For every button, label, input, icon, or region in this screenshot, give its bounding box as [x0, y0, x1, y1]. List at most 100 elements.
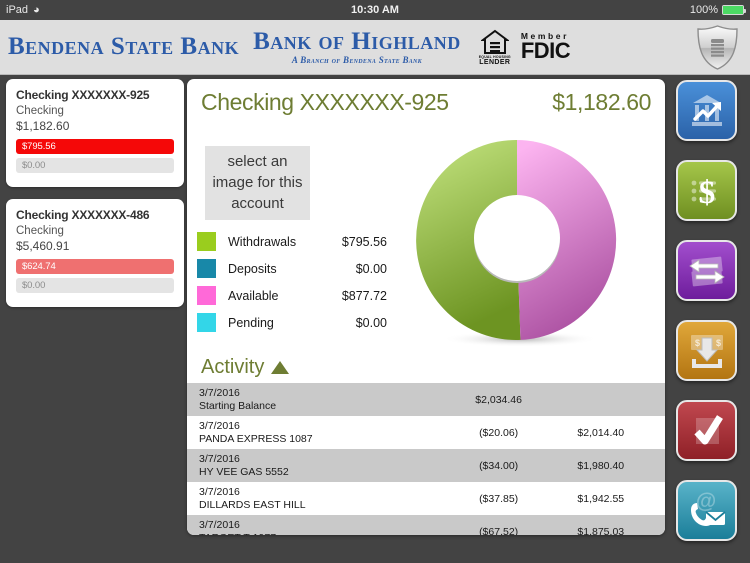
status-bar-left: iPad ◕ [6, 4, 40, 16]
bank-logo-secondary-group: Bank of Highland A Branch of Bendena Sta… [253, 29, 461, 65]
account-type: Checking [16, 105, 64, 117]
activity-description: PANDA EXPRESS 1087 [199, 432, 313, 445]
security-shield-icon[interactable] [695, 24, 740, 76]
equal-housing-lender-icon: EQUAL HOUSING LENDER [479, 29, 511, 66]
legend-label: Withdrawals [228, 234, 297, 249]
detail-header: Checking XXXXXXX-925 $1,182.60 [187, 79, 665, 116]
svg-text:$: $ [698, 175, 715, 211]
activity-amount: $2,034.46 [475, 393, 522, 406]
legend-value: $877.72 [341, 288, 387, 303]
bank-logo-primary: Bendena State Bank [8, 33, 240, 60]
activity-date: 3/7/2016 [199, 386, 240, 399]
legend-swatch-withdrawals [197, 232, 216, 251]
bank-chart-icon [691, 94, 722, 126]
activity-balance: $1,980.40 [577, 459, 625, 472]
activity-date: 3/7/2016 [199, 485, 240, 498]
ehl-line1: EQUAL HOUSING [478, 54, 511, 59]
activity-date-description: 3/7/2016 DILLARDS EAST HILL [199, 486, 449, 512]
activity-description: Starting Balance [199, 399, 277, 412]
svg-text:$: $ [716, 338, 721, 348]
bank-logo-secondary-subtitle: A Branch of Bendena State Bank [291, 55, 422, 65]
legend-label: Available [228, 288, 279, 303]
account-bar-secondary: $0.00 [16, 158, 174, 173]
device-label: iPad [6, 4, 29, 16]
account-balance: $1,182.60 [16, 119, 70, 133]
activity-amount: ($67.52) [479, 525, 519, 536]
account-bar-primary: $624.74 [16, 259, 174, 274]
activity-date-description: 3/7/2016 HY VEE GAS 5552 [199, 453, 449, 479]
activity-date-description: 3/7/2016 Starting Balance [199, 387, 449, 413]
battery-full-icon [722, 5, 746, 15]
svg-text:$: $ [695, 338, 700, 348]
legend-item-available: Available $877.72 [197, 282, 387, 309]
triangle-up-icon[interactable] [271, 361, 290, 374]
activity-amount: ($34.00) [479, 459, 519, 472]
table-row[interactable]: 3/7/2016 DILLARDS EAST HILL ($37.85) $1,… [187, 482, 665, 515]
account-summary: select an image for this account Withdra… [187, 116, 665, 356]
battery-percent-label: 100% [689, 4, 718, 16]
account-bar-primary: $795.56 [16, 139, 174, 154]
detail-balance: $1,182.60 [552, 89, 651, 115]
activity-heading: Activity [201, 356, 265, 378]
activity-date: 3/7/2016 [199, 419, 240, 432]
status-bar-clock: 10:30 AM [351, 4, 399, 16]
fdic-logo: Member FDIC [520, 32, 571, 63]
legend-value: $795.56 [341, 234, 387, 249]
account-image-picker[interactable]: select an image for this account [205, 146, 310, 220]
bank-header: Bendena State Bank Bank of Highland A Br… [0, 20, 750, 75]
ehl-line2: LENDER [479, 58, 511, 66]
deposit-button[interactable]: $ $ [676, 320, 737, 381]
wifi-icon: ◕ [33, 3, 40, 16]
account-card-486[interactable]: Checking XXXXXXX-486 Checking $5,460.91 … [6, 199, 184, 307]
activity-list[interactable]: 3/7/2016 Starting Balance $2,034.46 3/7/… [187, 383, 665, 535]
activity-date: 3/7/2016 [199, 518, 240, 531]
activity-amount: ($37.85) [479, 492, 519, 505]
legend-swatch-pending [197, 313, 216, 332]
action-button-rail: $ $ $ @ [665, 75, 750, 563]
bank-logo-secondary: Bank of Highland [253, 28, 461, 55]
account-bar-secondary: $0.00 [16, 278, 174, 293]
legend-swatch-available [197, 286, 216, 305]
activity-description: DILLARDS EAST HILL [199, 498, 306, 511]
account-list: Checking XXXXXXX-925 Checking $1,182.60 … [6, 79, 184, 319]
page-title: Checking XXXXXXX-925 [201, 89, 449, 115]
legend-item-deposits: Deposits $0.00 [197, 255, 387, 282]
accounts-button[interactable] [676, 80, 737, 141]
legend-value: $0.00 [355, 315, 387, 330]
activity-balance: $1,875.03 [577, 525, 625, 536]
fdic-label: FDIC [520, 37, 571, 63]
table-row[interactable]: 3/7/2016 HY VEE GAS 5552 ($34.00) $1,980… [187, 449, 665, 482]
activity-balance: $2,014.40 [577, 426, 625, 439]
account-card-925[interactable]: Checking XXXXXXX-925 Checking $1,182.60 … [6, 79, 184, 187]
transfer-arrows-icon [688, 256, 725, 286]
activity-date: 3/7/2016 [199, 452, 240, 465]
legend-item-withdrawals: Withdrawals $795.56 [197, 228, 387, 255]
workspace: Checking XXXXXXX-925 Checking $1,182.60 … [0, 75, 750, 563]
legend-value: $0.00 [355, 261, 387, 276]
legend-label: Pending [228, 315, 274, 330]
svg-text:@: @ [695, 490, 715, 513]
account-type: Checking [16, 225, 64, 237]
dollar-sign-icon: $ [691, 175, 716, 211]
contact-button[interactable]: @ [676, 480, 737, 541]
activity-heading-row[interactable]: Activity [187, 356, 665, 383]
phone-email-icon: @ [690, 490, 726, 526]
legend-swatch-deposits [197, 259, 216, 278]
payments-button[interactable]: $ [676, 160, 737, 221]
chart-legend: Withdrawals $795.56 Deposits $0.00 Avail… [197, 228, 387, 336]
account-title: Checking XXXXXXX-486 [16, 208, 150, 222]
table-row[interactable]: 3/7/2016 Starting Balance $2,034.46 [187, 383, 665, 416]
approvals-button[interactable] [676, 400, 737, 461]
transfers-button[interactable] [676, 240, 737, 301]
table-row[interactable]: 3/7/2016 PANDA EXPRESS 1087 ($20.06) $2,… [187, 416, 665, 449]
account-balance: $5,460.91 [16, 239, 70, 253]
activity-date-description: 3/7/2016 TARGET T-1977 [199, 519, 449, 536]
legend-label: Deposits [228, 261, 277, 276]
balance-donut-chart [392, 138, 642, 353]
check-mark-icon [693, 414, 723, 444]
activity-description: TARGET T-1977 [199, 532, 449, 536]
activity-description: HY VEE GAS 5552 [199, 465, 289, 478]
activity-date-description: 3/7/2016 PANDA EXPRESS 1087 [199, 420, 449, 446]
account-detail-panel: Checking XXXXXXX-925 $1,182.60 select an… [187, 79, 665, 535]
table-row[interactable]: 3/7/2016 TARGET T-1977 ($67.52) $1,875.0… [187, 515, 665, 535]
